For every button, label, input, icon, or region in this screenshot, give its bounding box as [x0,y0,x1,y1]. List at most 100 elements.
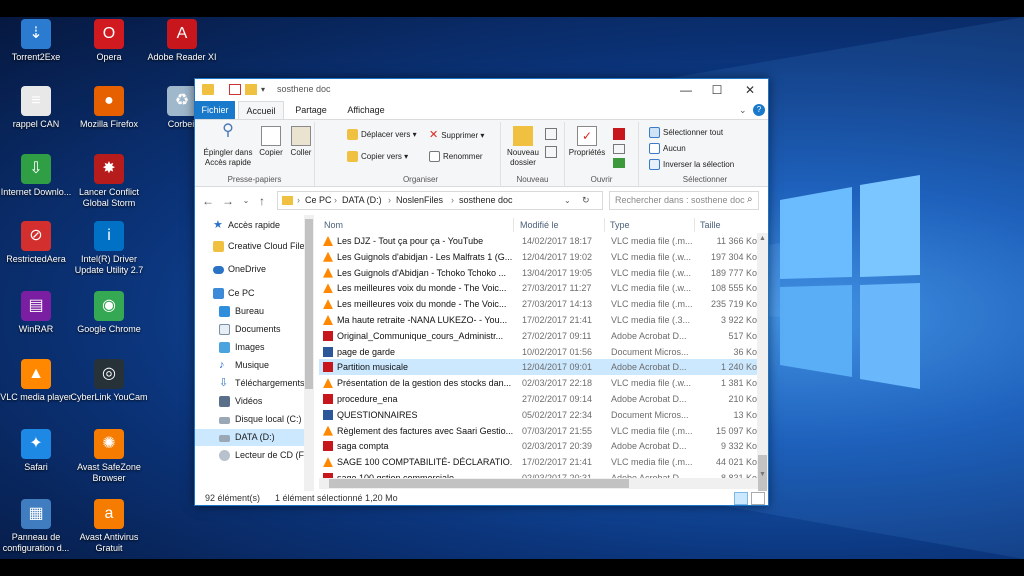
column-size[interactable]: Taille [695,218,757,232]
file-row[interactable]: saga compta 02/03/2017 20:39 Adobe Acrobat… [319,438,759,454]
nav-videos[interactable]: Vidéos [195,393,305,410]
refresh-icon[interactable]: ↻ [582,192,590,209]
column-modified[interactable]: Modifié le [515,218,605,232]
copy-button[interactable]: Copier [257,126,285,158]
maximize-button[interactable]: ☐ [702,79,732,101]
new-folder-quick-icon[interactable] [245,84,257,95]
breadcrumb-noslenfiles[interactable]: NoslenFiles [396,192,443,209]
move-to-button[interactable]: Déplacer vers ▾ [347,128,417,142]
desktop-shortcut[interactable]: ▦ Panneau de configuration d... [0,495,76,557]
new-folder-button[interactable]: Nouveau dossier [503,126,543,168]
search-input[interactable]: Rechercher dans : sosthene doc [609,191,759,210]
chevron-down-icon[interactable]: ⌄ [739,105,747,116]
paste-button[interactable]: Coller [287,126,315,158]
desktop-shortcut[interactable]: ⇩ Internet Downlo... [0,150,76,212]
pin-quick-access-button[interactable]: ⚲ Épingler dans Accès rapide [199,123,257,168]
file-row[interactable]: Les DJZ - Tout ça pour ça - YouTube 14/02… [319,233,759,249]
pdf-open-icon[interactable] [613,128,625,140]
file-row[interactable]: Partition musicale 12/04/2017 09:01 Adobe … [319,359,759,376]
delete-button[interactable]: ✕ Supprimer ▾ [429,128,484,142]
horizontal-scrollbar[interactable] [319,478,757,489]
file-row[interactable]: Règlement des factures avec Saari Gestio… [319,423,759,439]
breadcrumb-data-drive[interactable]: DATA (D:) [342,192,382,209]
nav-local-disk-c[interactable]: Disque local (C:) [195,411,305,428]
tab-file[interactable]: Fichier [195,101,235,119]
history-icon[interactable] [613,158,625,168]
breadcrumb-sosthene-doc[interactable]: sosthene doc [459,192,513,209]
desktop-shortcut[interactable]: ▤ WinRAR [0,287,76,349]
tab-home[interactable]: Accueil [238,101,284,119]
help-icon[interactable]: ? [753,104,765,116]
desktop-shortcut[interactable]: ◎ CyberLink YouCam [69,355,149,417]
edit-icon[interactable] [613,144,625,154]
breadcrumb-ce-pc[interactable]: Ce PC [305,192,332,209]
desktop-shortcut[interactable]: A Adobe Reader XI [142,17,222,77]
rename-button[interactable]: Renommer [429,150,483,164]
properties-button[interactable]: ✓ Propriétés [567,126,607,158]
file-row[interactable]: Les Guignols d'abidjan - Les Malfrats 1 … [319,249,759,265]
navigation-scroll-thumb[interactable] [305,219,313,389]
select-all-button[interactable]: Sélectionner tout [649,126,723,140]
forward-arrow-icon[interactable]: → [221,193,235,209]
scroll-down-icon[interactable]: ▼ [757,469,768,480]
copy-to-button[interactable]: Copier vers ▾ [347,150,408,164]
column-type[interactable]: Type [605,218,695,232]
desktop-shortcut[interactable]: ✺ Avast SafeZone Browser [69,425,149,487]
large-icons-view-icon[interactable] [751,492,765,505]
nav-onedrive[interactable]: OneDrive [195,261,305,278]
close-button[interactable]: ✕ [735,79,765,101]
nav-music[interactable]: ♪ Musique [195,357,305,374]
tab-share[interactable]: Partage [289,101,333,119]
file-row[interactable]: Original_Communique_cours_Administr... 27… [319,328,759,344]
title-bar[interactable]: ▾ sosthene doc — ☐ ✕ [195,79,768,101]
nav-quick-access[interactable]: ★ Accès rapide [195,217,305,234]
column-name[interactable]: Nom [319,218,514,232]
nav-creative-cloud[interactable]: Creative Cloud File [195,238,305,255]
nav-desktop[interactable]: Bureau [195,303,305,320]
file-row[interactable]: QUESTIONNAIRES 05/02/2017 22:34 Document M… [319,407,759,423]
nav-cd-drive-f[interactable]: Lecteur de CD (F [195,447,305,464]
minimize-button[interactable]: — [671,79,701,101]
navigation-scrollbar[interactable] [304,215,314,491]
desktop-shortcut[interactable]: O Opera [69,17,149,77]
tab-view[interactable]: Affichage [340,101,392,119]
easy-access-icon[interactable] [545,146,557,158]
back-arrow-icon[interactable]: ← [201,193,215,209]
file-row[interactable]: Les meilleures voix du monde - The Voic.… [319,280,759,296]
desktop-shortcut[interactable]: ⇣ Torrent2Exe [0,17,76,77]
chevron-down-icon[interactable]: ▾ [261,84,269,95]
nav-downloads[interactable]: ⇩ Téléchargements [195,375,305,392]
file-row[interactable]: Les Guignols d'Abidjan - Tchoko Tchoko .… [319,265,759,281]
desktop-shortcut[interactable]: a Avast Antivirus Gratuit [69,495,149,557]
desktop-shortcut[interactable]: ⊘ RestrictedAera [0,217,76,279]
file-row[interactable]: Présentation de la gestion des stocks da… [319,375,759,391]
chevron-down-icon[interactable]: ⌄ [564,192,571,209]
chevron-down-icon[interactable]: ⌄ [239,193,253,209]
desktop-shortcut[interactable]: ▲ VLC media player [0,355,76,417]
up-arrow-icon[interactable]: ↑ [255,193,269,209]
select-none-button[interactable]: Aucun [649,142,686,156]
horizontal-scroll-thumb[interactable] [329,479,629,488]
nav-data-d[interactable]: DATA (D:) [195,429,305,446]
file-row[interactable]: page de garde 10/02/2017 01:56 Document Mi… [319,344,759,360]
nav-documents[interactable]: Documents [195,321,305,338]
file-row[interactable]: Ma haute retraite -NANA LUKEZO- - You...… [319,312,759,328]
desktop-shortcut[interactable]: ✸ Lancer Conflict Global Storm [69,150,149,212]
file-row[interactable]: procedure_ena 27/02/2017 09:14 Adobe Acrob… [319,391,759,407]
desktop-shortcut[interactable]: ≡ rappel CAN [0,82,76,144]
scroll-up-icon[interactable]: ▲ [757,233,768,244]
desktop-shortcut[interactable]: ◉ Google Chrome [69,287,149,349]
address-bar[interactable]: › Ce PC › DATA (D:) › NoslenFiles › sost… [277,191,603,210]
invert-selection-button[interactable]: Inverser la sélection [649,158,734,172]
desktop-shortcut[interactable]: ● Mozilla Firefox [69,82,149,144]
nav-this-pc[interactable]: Ce PC [195,285,305,302]
file-row[interactable]: Les meilleures voix du monde - The Voic.… [319,296,759,312]
nav-pictures[interactable]: Images [195,339,305,356]
file-row[interactable]: SAGE 100 COMPTABILITÉ- DÉCLARATIO... 17/0… [319,454,759,470]
file-list-scrollbar[interactable]: ▲ ▼ [757,233,768,495]
details-view-icon[interactable] [734,492,748,505]
new-item-icon[interactable] [545,128,557,140]
properties-quick-icon[interactable] [229,84,241,95]
desktop-shortcut[interactable]: ✦ Safari [0,425,76,487]
desktop-shortcut[interactable]: i Intel(R) Driver Update Utility 2.7 [69,217,149,279]
